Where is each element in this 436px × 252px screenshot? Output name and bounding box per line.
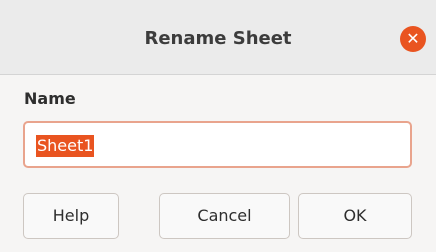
cancel-button[interactable]: Cancel <box>159 193 290 239</box>
title-bar: Rename Sheet ✕ <box>0 0 436 75</box>
help-button[interactable]: Help <box>23 193 119 239</box>
rename-sheet-dialog: Rename Sheet ✕ Name Sheet1 Help Cancel O… <box>0 0 436 252</box>
close-icon[interactable]: ✕ <box>400 26 426 52</box>
dialog-title: Rename Sheet <box>144 28 292 49</box>
ok-button[interactable]: OK <box>298 193 412 239</box>
name-label: Name <box>24 89 76 108</box>
name-input[interactable]: Sheet1 <box>23 121 412 168</box>
name-input-value: Sheet1 <box>36 135 95 157</box>
